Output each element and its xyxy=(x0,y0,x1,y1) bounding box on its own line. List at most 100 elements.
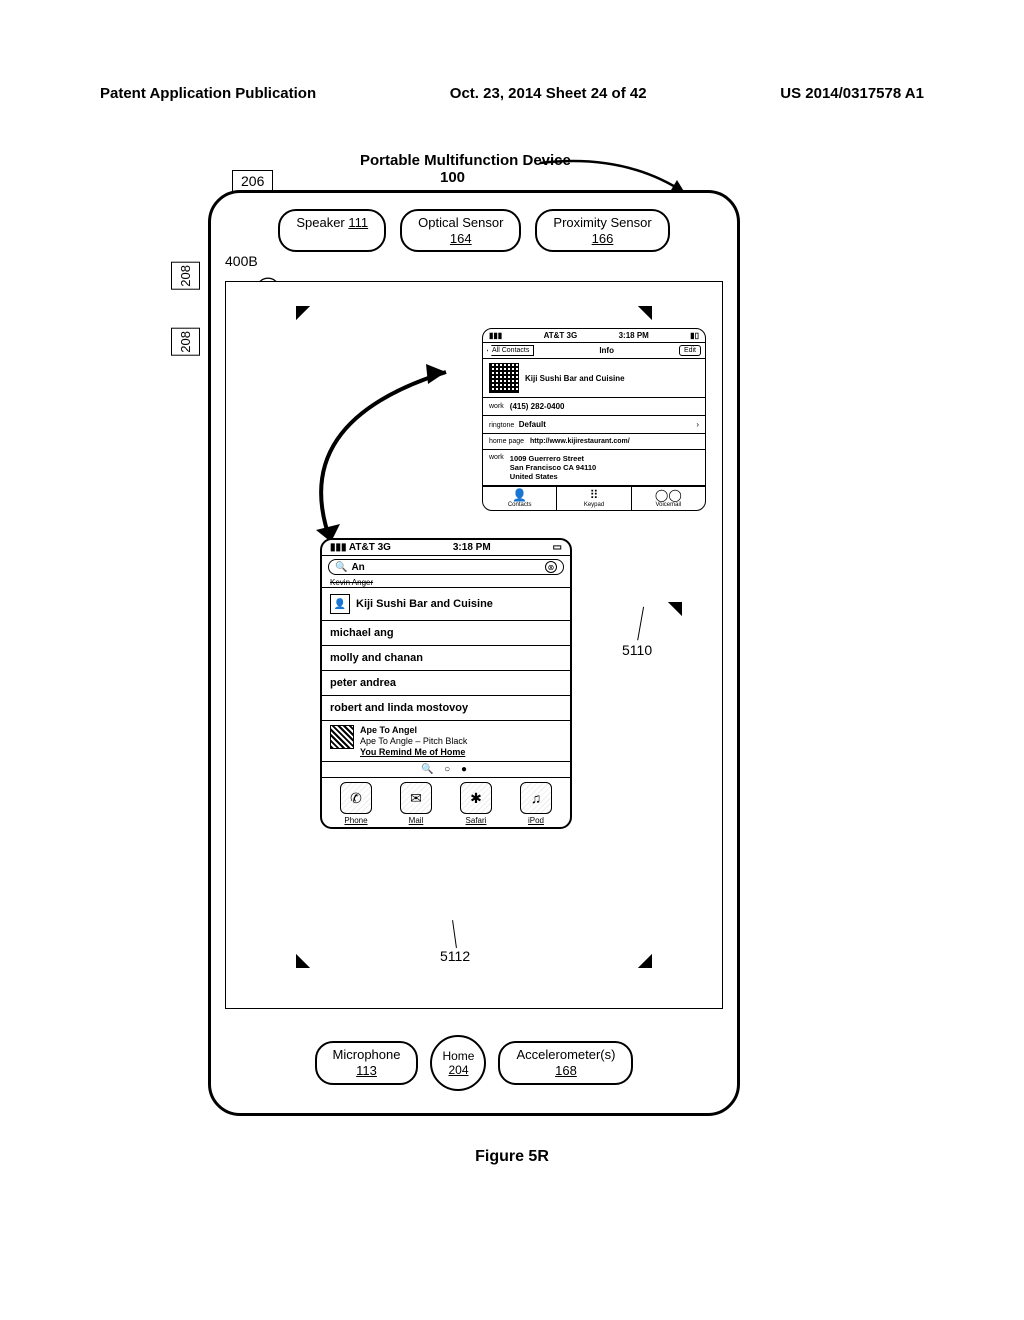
safari-icon: ✱ xyxy=(460,782,492,814)
edit-button[interactable]: Edit xyxy=(679,345,701,356)
ipod-icon: ♫ xyxy=(520,782,552,814)
accel-label: Accelerometer(s) xyxy=(516,1047,615,1062)
optical-num: 164 xyxy=(450,231,472,246)
arrow-br-icon xyxy=(638,954,666,982)
page-indicator: 🔍 ○ ● xyxy=(322,762,570,777)
tab-keypad[interactable]: ⠿ Keypad xyxy=(556,487,630,510)
media-subtitle: Ape To Angle – Pitch Black xyxy=(360,736,467,747)
media-result-item[interactable]: Ape To Angel Ape To Angle – Pitch Black … xyxy=(322,721,570,762)
clear-search-icon[interactable]: ⊗ xyxy=(545,561,557,573)
tab-contacts[interactable]: 👤 Contacts xyxy=(483,487,556,510)
figure-label: Figure 5R xyxy=(0,1148,1024,1166)
optical-sensor-pill: Optical Sensor 164 xyxy=(400,209,521,252)
back-button[interactable]: All Contacts xyxy=(487,345,534,356)
device-frame: Speaker 111 Optical Sensor 164 Proximity… xyxy=(208,190,740,1116)
leader-line-5112 xyxy=(452,920,458,948)
address-row[interactable]: work 1009 Guerrero Street San Francisco … xyxy=(483,450,705,486)
phone-icon: ✆ xyxy=(340,782,372,814)
search-icon: 🔍 xyxy=(335,562,347,573)
list-item-label: Kiji Sushi Bar and Cuisine xyxy=(356,598,493,610)
dock-mail[interactable]: ✉ Mail xyxy=(400,782,432,825)
mail-icon: ✉ xyxy=(400,782,432,814)
homepage-label: home page xyxy=(489,438,524,445)
arrow-tl-icon xyxy=(282,292,310,320)
dock-safari-label: Safari xyxy=(466,816,487,825)
battery-icon: ▮▯ xyxy=(690,331,699,340)
contact-info-card: ▮▮▮ AT&T 3G 3:18 PM ▮▯ All Contacts Info… xyxy=(482,328,706,511)
nav-title: Info xyxy=(599,346,614,355)
page-header: Patent Application Publication Oct. 23, … xyxy=(100,85,924,102)
microphone-label: Microphone xyxy=(333,1047,401,1062)
dock-phone[interactable]: ✆ Phone xyxy=(340,782,372,825)
pub-number: US 2014/0317578 A1 xyxy=(780,85,924,102)
contact-name: Kiji Sushi Bar and Cuisine xyxy=(525,374,625,383)
microphone-pill: Microphone 113 xyxy=(315,1041,419,1084)
speaker-label: Speaker xyxy=(296,215,344,230)
album-art-icon xyxy=(330,725,354,749)
ref-5110: 5110 xyxy=(622,642,652,658)
time-label: 3:18 PM xyxy=(619,331,649,340)
list-item[interactable]: robert and linda mostovoy xyxy=(322,696,570,721)
voicemail-icon: ◯◯ xyxy=(655,489,682,501)
list-item-label: robert and linda mostovoy xyxy=(330,702,468,714)
home-num: 204 xyxy=(448,1063,468,1077)
dock: ✆ Phone ✉ Mail ✱ Safari ♫ iPod xyxy=(322,777,570,827)
home-button[interactable]: Home 204 xyxy=(430,1035,486,1091)
contact-card-icon: 👤 xyxy=(330,594,350,614)
dock-safari[interactable]: ✱ Safari xyxy=(460,782,492,825)
sheet-label: Oct. 23, 2014 Sheet 24 of 42 xyxy=(450,85,647,102)
signal-icon: ▮▮▮ xyxy=(489,331,502,340)
status-bar-back: ▮▮▮ AT&T 3G 3:18 PM ▮▯ xyxy=(483,329,705,343)
work-phone-value: (415) 282-0400 xyxy=(510,402,565,411)
dock-ipod-label: iPod xyxy=(528,816,544,825)
arrow-tr-icon xyxy=(638,292,666,320)
status-bar-front: ▮▮▮ AT&T 3G 3:18 PM ▭ xyxy=(322,540,570,556)
device-ref: 100 xyxy=(440,169,465,186)
list-item[interactable]: 👤 Kiji Sushi Bar and Cuisine xyxy=(322,588,570,621)
chevron-right-icon: › xyxy=(696,420,699,429)
dock-ipod[interactable]: ♫ iPod xyxy=(520,782,552,825)
search-field[interactable]: 🔍 An ⊗ xyxy=(328,559,564,575)
microphone-num: 113 xyxy=(356,1063,377,1078)
contact-name-row: Kiji Sushi Bar and Cuisine xyxy=(483,359,705,398)
media-line3: You Remind Me of Home xyxy=(360,747,467,758)
carrier-label: AT&T 3G xyxy=(544,331,578,340)
list-item[interactable]: michael ang xyxy=(322,621,570,646)
list-item[interactable]: molly and chanan xyxy=(322,646,570,671)
keypad-icon: ⠿ xyxy=(590,489,599,501)
arrow-bl-icon xyxy=(282,954,310,982)
ref-208-a: 208 xyxy=(171,262,200,290)
tab-keypad-label: Keypad xyxy=(584,502,604,508)
spotlight-search-card: ▮▮▮ AT&T 3G 3:18 PM ▭ 🔍 An ⊗ Kevin Anger… xyxy=(320,538,572,829)
ringtone-value: Default xyxy=(519,420,546,429)
dock-mail-label: Mail xyxy=(409,816,424,825)
list-item-prev[interactable]: Kevin Anger xyxy=(322,578,570,588)
touch-screen[interactable]: ▮▮▮ AT&T 3G 3:18 PM ▮▯ All Contacts Info… xyxy=(225,281,723,1009)
list-item-label: michael ang xyxy=(330,627,394,639)
ringtone-row[interactable]: ringtone Default › xyxy=(483,416,705,434)
ref-206: 206 xyxy=(232,170,273,192)
carrier-label-front: AT&T 3G xyxy=(349,542,391,553)
optical-label: Optical Sensor xyxy=(418,215,503,230)
addr-line3: United States xyxy=(510,472,558,481)
arrow-mr-icon xyxy=(668,588,696,616)
ref-5112: 5112 xyxy=(440,948,470,964)
work-phone-row[interactable]: work (415) 282-0400 xyxy=(483,398,705,416)
addr-line1: 1009 Guerrero Street xyxy=(510,454,584,463)
leader-line-5110 xyxy=(637,607,661,644)
time-label-front: 3:18 PM xyxy=(453,542,491,553)
top-sensor-row: Speaker 111 Optical Sensor 164 Proximity… xyxy=(211,209,737,252)
list-item-label: peter andrea xyxy=(330,677,396,689)
work-phone-label: work xyxy=(489,403,504,410)
signal-icon: ▮▮▮ xyxy=(330,542,349,553)
nav-bar: All Contacts Info Edit xyxy=(483,343,705,359)
search-query: An xyxy=(351,562,541,573)
homepage-row[interactable]: home page http://www.kijirestaurant.com/ xyxy=(483,434,705,450)
tab-voicemail-label: Voicemail xyxy=(655,502,681,508)
contact-thumbnail-icon xyxy=(489,363,519,393)
addr-label: work xyxy=(489,454,504,461)
tab-voicemail[interactable]: ◯◯ Voicemail xyxy=(631,487,705,510)
ref-208-b: 208 xyxy=(171,328,200,356)
list-item[interactable]: peter andrea xyxy=(322,671,570,696)
bottom-sensor-row: Microphone 113 Home 204 Accelerometer(s)… xyxy=(211,1035,737,1091)
